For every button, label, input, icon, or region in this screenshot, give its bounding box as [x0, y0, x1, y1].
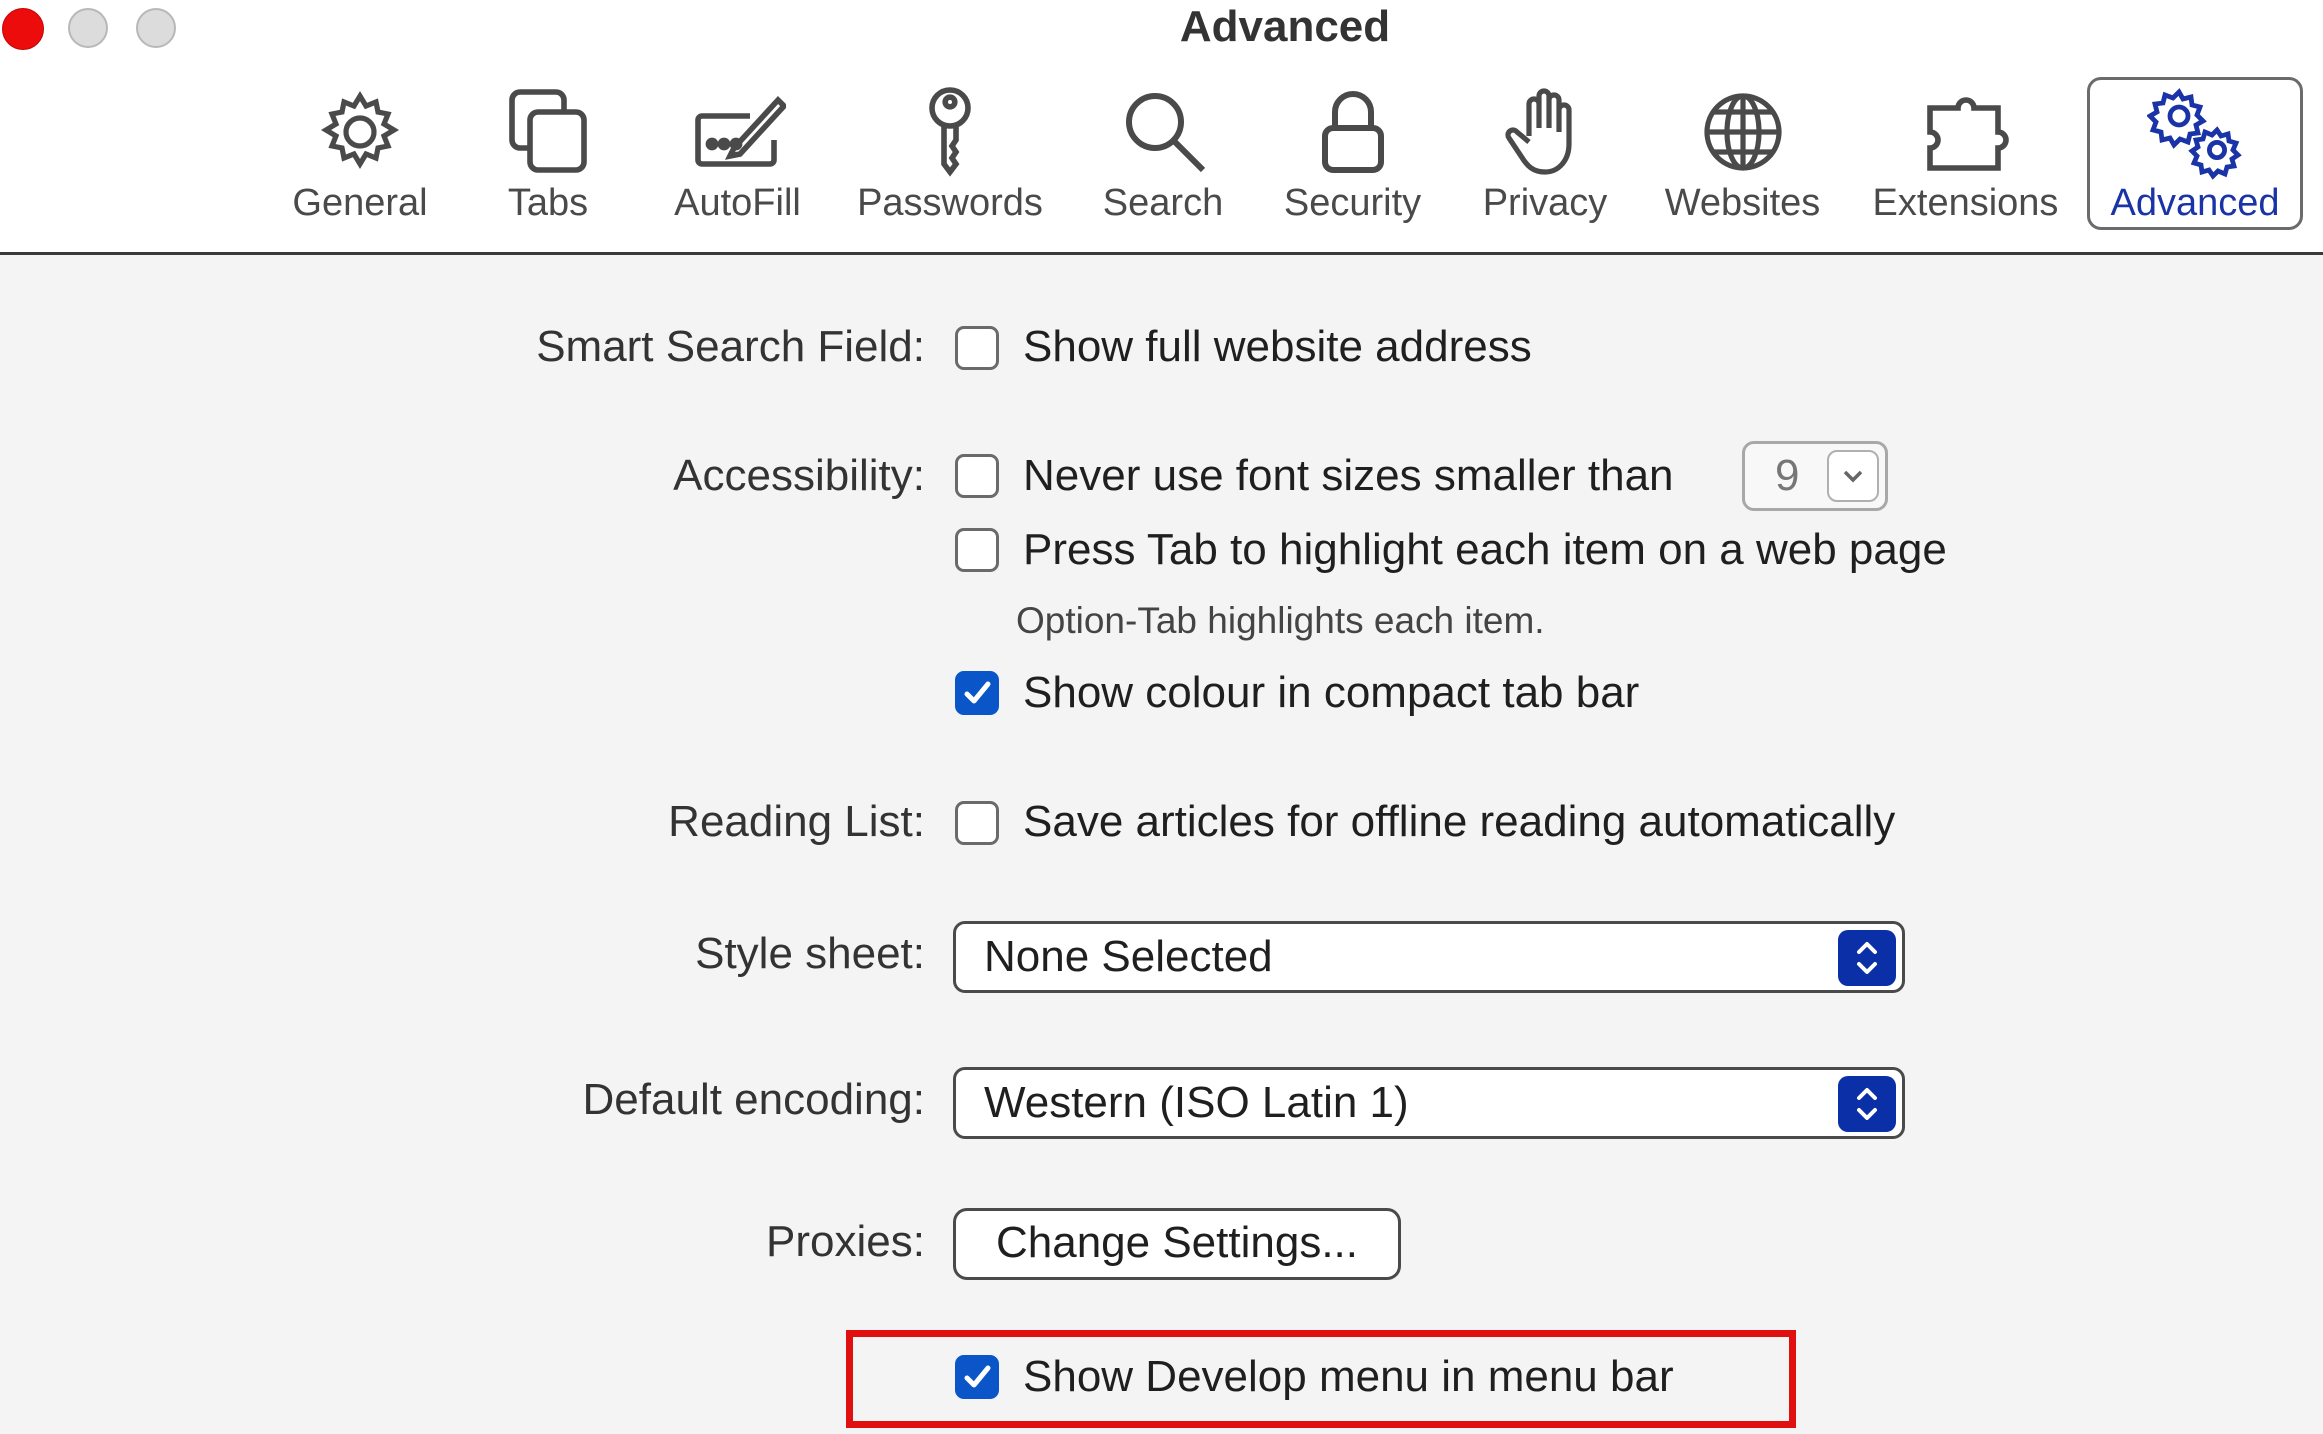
- tab-passwords[interactable]: Passwords: [850, 80, 1050, 230]
- hand-icon: [1505, 88, 1572, 175]
- style-sheet-label: Style sheet:: [695, 929, 925, 978]
- tab-extensions[interactable]: Extensions: [1868, 80, 2063, 230]
- tab-privacy[interactable]: Privacy: [1475, 80, 1615, 230]
- tab-general[interactable]: General: [280, 80, 440, 230]
- tabs-icon: [509, 89, 587, 173]
- min-font-size-select[interactable]: 9: [1742, 441, 1888, 511]
- tab-websites[interactable]: Websites: [1660, 80, 1825, 230]
- reading-list-label: Reading List:: [668, 797, 925, 846]
- checkmark-icon: [964, 1365, 991, 1388]
- window-title: Advanced: [1179, 2, 1391, 51]
- tab-autofill[interactable]: AutoFill: [665, 80, 810, 230]
- tab-search[interactable]: Search: [1098, 80, 1228, 230]
- smart-search-label: Smart Search Field:: [536, 322, 925, 371]
- checkmark-icon: [964, 681, 991, 704]
- min-font-size-checkbox[interactable]: [955, 454, 999, 498]
- default-encoding-select[interactable]: Western (ISO Latin 1): [953, 1067, 1905, 1139]
- globe-icon: [1703, 93, 1782, 171]
- key-icon: [929, 87, 971, 177]
- change-settings-button[interactable]: Change Settings...: [953, 1208, 1401, 1280]
- min-font-size-value: 9: [1775, 451, 1800, 500]
- gears-icon: [2147, 88, 2242, 180]
- up-down-arrows-icon: [1838, 930, 1896, 986]
- tab-general-label: General: [292, 182, 428, 224]
- lock-icon: [1321, 91, 1384, 173]
- compact-tab-colour-checkbox[interactable]: [955, 671, 999, 715]
- gear-icon: [320, 90, 400, 170]
- tab-highlight-hint: Option-Tab highlights each item.: [1016, 600, 1545, 641]
- advanced-settings-panel: Smart Search Field: Show full website ad…: [0, 255, 2323, 1434]
- default-encoding-label: Default encoding:: [582, 1075, 925, 1124]
- tab-websites-label: Websites: [1664, 182, 1821, 224]
- show-full-address-checkbox[interactable]: [955, 326, 999, 370]
- compact-tab-colour-label[interactable]: Show colour in compact tab bar: [1023, 668, 1639, 718]
- tab-privacy-label: Privacy: [1482, 182, 1608, 224]
- tab-autofill-label: AutoFill: [674, 182, 801, 224]
- default-encoding-value: Western (ISO Latin 1): [984, 1078, 1409, 1127]
- show-develop-menu-label[interactable]: Show Develop menu in menu bar: [1023, 1352, 1674, 1402]
- tab-security-label: Security: [1283, 182, 1422, 224]
- tab-passwords-label: Passwords: [857, 182, 1043, 224]
- offline-reading-label[interactable]: Save articles for offline reading automa…: [1023, 797, 1895, 847]
- show-develop-menu-checkbox[interactable]: [955, 1355, 999, 1399]
- tab-tabs[interactable]: Tabs: [478, 80, 618, 230]
- style-sheet-value: None Selected: [984, 932, 1273, 981]
- window-toolbar: Advanced General Tabs AutoFill Passwords…: [0, 0, 2323, 255]
- puzzle-icon: [1926, 97, 2009, 171]
- magnifier-icon: [1126, 93, 1206, 173]
- tab-security[interactable]: Security: [1275, 80, 1430, 230]
- proxies-label: Proxies:: [766, 1217, 925, 1266]
- tab-highlight-checkbox[interactable]: [955, 528, 999, 572]
- show-full-address-label[interactable]: Show full website address: [1023, 322, 1532, 372]
- min-font-size-label[interactable]: Never use font sizes smaller than: [1023, 451, 1674, 501]
- chevron-down-icon[interactable]: [1827, 450, 1879, 502]
- tab-highlight-label[interactable]: Press Tab to highlight each item on a we…: [1023, 525, 1947, 575]
- offline-reading-checkbox[interactable]: [955, 801, 999, 845]
- style-sheet-select[interactable]: None Selected: [953, 921, 1905, 993]
- tab-search-label: Search: [1102, 182, 1224, 224]
- autofill-pen-icon: [694, 95, 786, 167]
- up-down-arrows-icon: [1838, 1076, 1896, 1132]
- accessibility-label: Accessibility:: [673, 451, 925, 500]
- tab-advanced[interactable]: Advanced: [2087, 77, 2303, 230]
- tab-advanced-label: Advanced: [2110, 182, 2280, 224]
- tab-tabs-label: Tabs: [507, 182, 589, 224]
- tab-extensions-label: Extensions: [1872, 182, 2059, 224]
